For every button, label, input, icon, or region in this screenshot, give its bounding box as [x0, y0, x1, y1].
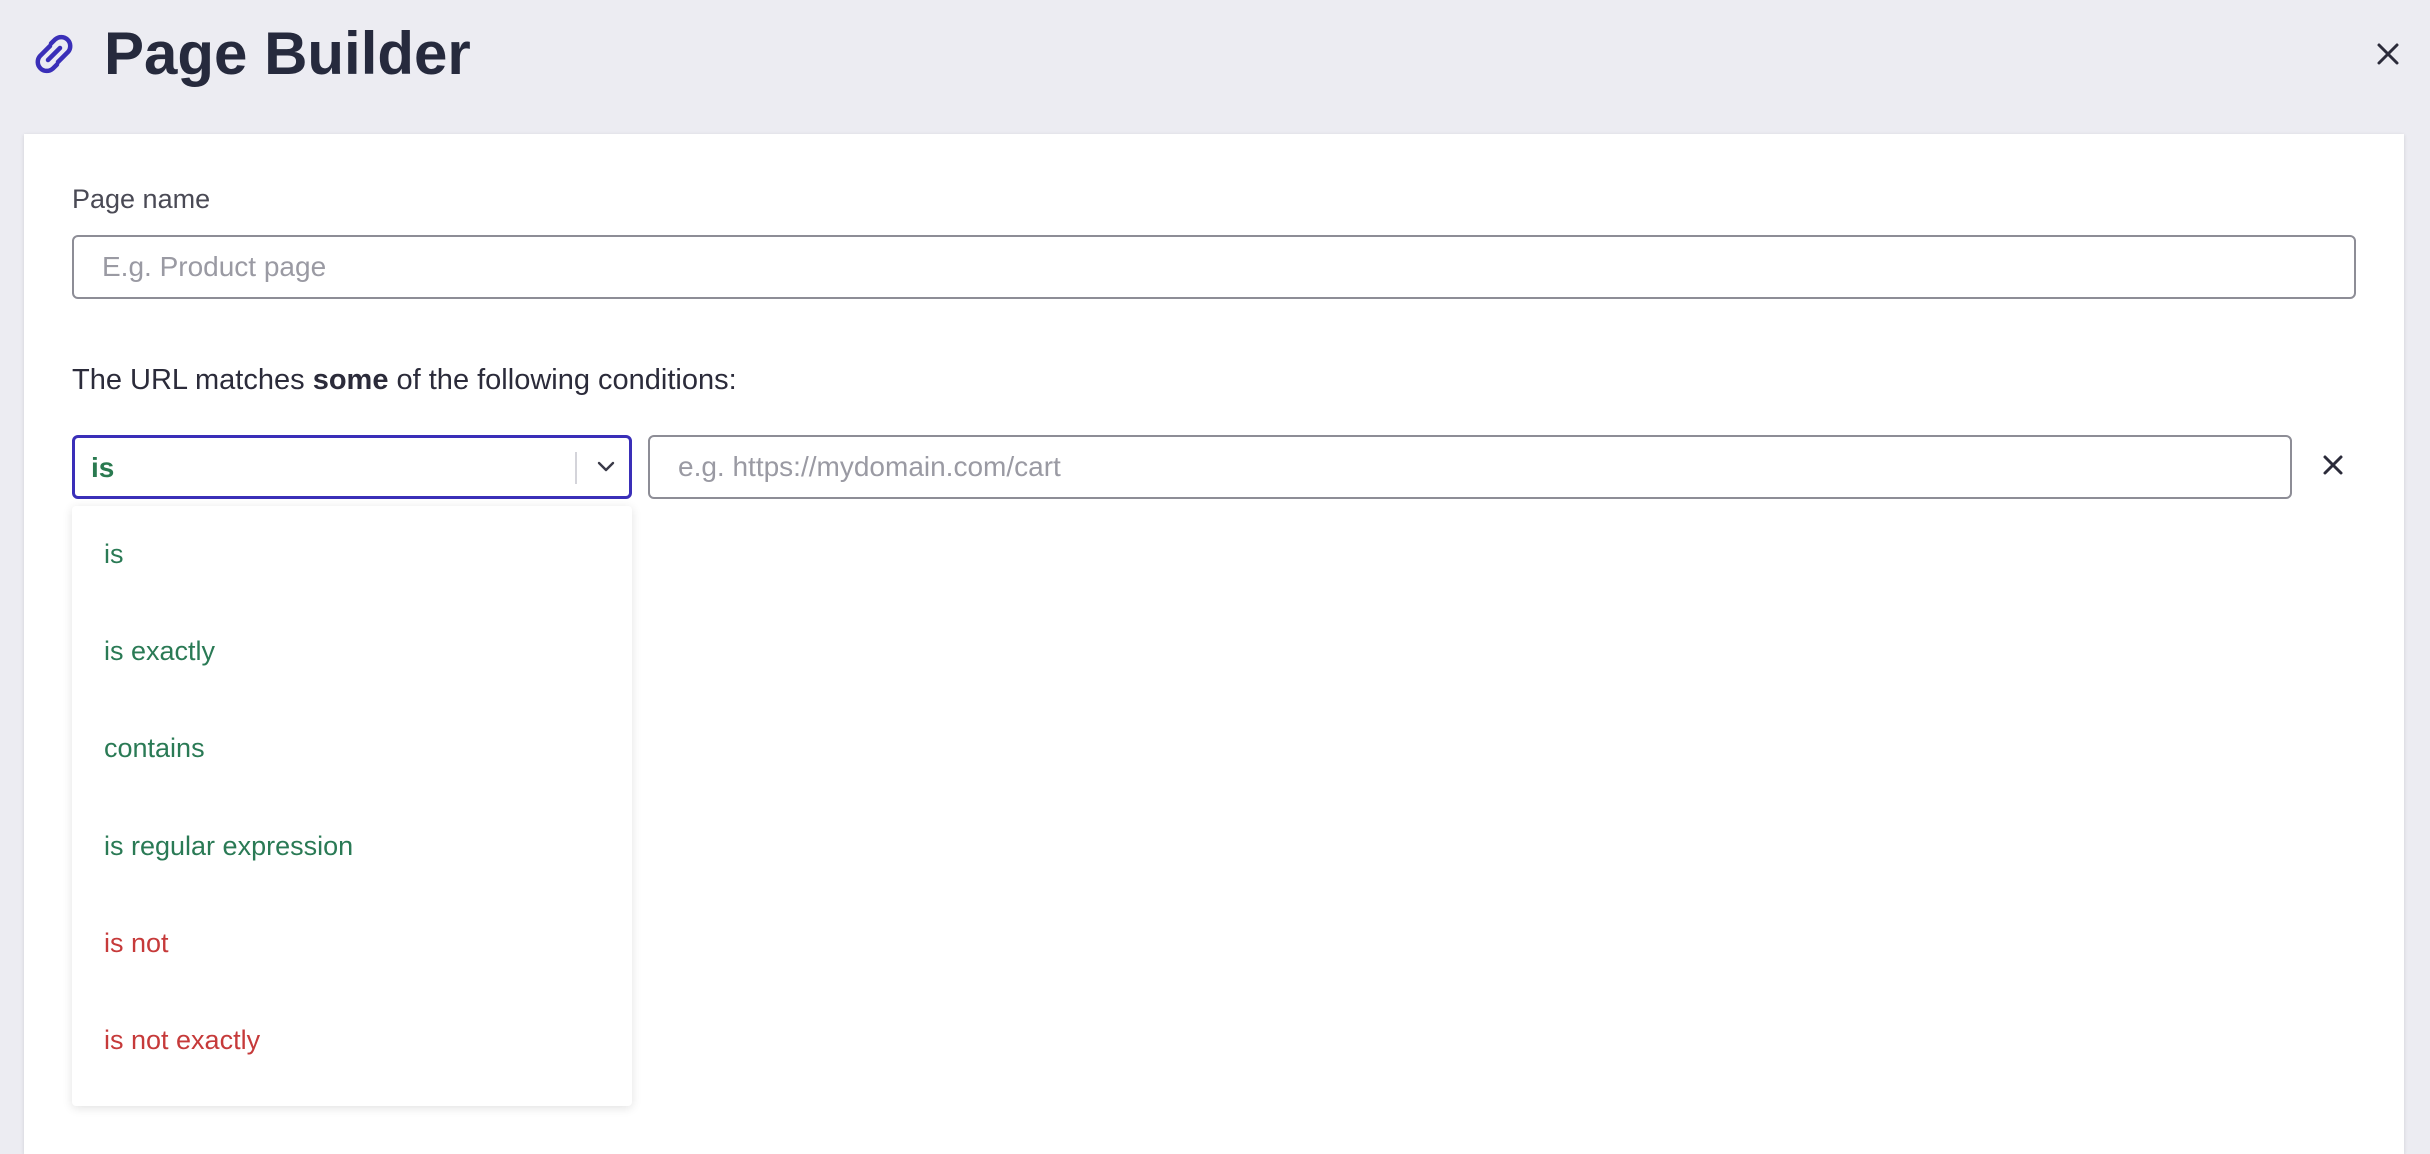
- select-divider: [575, 452, 577, 484]
- conditions-suffix: of the following conditions:: [388, 364, 737, 396]
- dropdown-option-is[interactable]: is: [72, 506, 632, 603]
- operator-select-value: is: [91, 452, 115, 483]
- page-name-label: Page name: [72, 184, 211, 214]
- dropdown-option-contains[interactable]: contains: [72, 700, 632, 797]
- dropdown-option-is-not[interactable]: is not: [72, 895, 632, 992]
- dropdown-option-is-not-exactly[interactable]: is not exactly: [72, 992, 632, 1089]
- remove-condition-close-icon[interactable]: [2316, 448, 2350, 482]
- conditions-emphasis: some: [312, 364, 389, 396]
- dropdown-option-is-regular-expression[interactable]: is regular expression: [72, 798, 632, 895]
- operator-select[interactable]: is: [72, 435, 632, 499]
- page-title: Page Builder: [104, 20, 471, 87]
- url-input[interactable]: [648, 435, 2292, 499]
- close-icon[interactable]: [2370, 36, 2406, 72]
- dropdown-option-is-exactly[interactable]: is exactly: [72, 603, 632, 700]
- chevron-down-icon[interactable]: [591, 452, 621, 482]
- page-builder-card: Page name The URL matches some of the fo…: [24, 134, 2404, 1154]
- conditions-description: The URL matches some of the following co…: [72, 364, 737, 397]
- app-header: Page Builder: [0, 0, 2430, 134]
- page-name-input[interactable]: [72, 235, 2356, 299]
- link-icon: [35, 34, 73, 74]
- operator-dropdown-menu: is is exactly contains is regular expres…: [72, 506, 632, 1106]
- conditions-prefix: The URL matches: [72, 364, 313, 396]
